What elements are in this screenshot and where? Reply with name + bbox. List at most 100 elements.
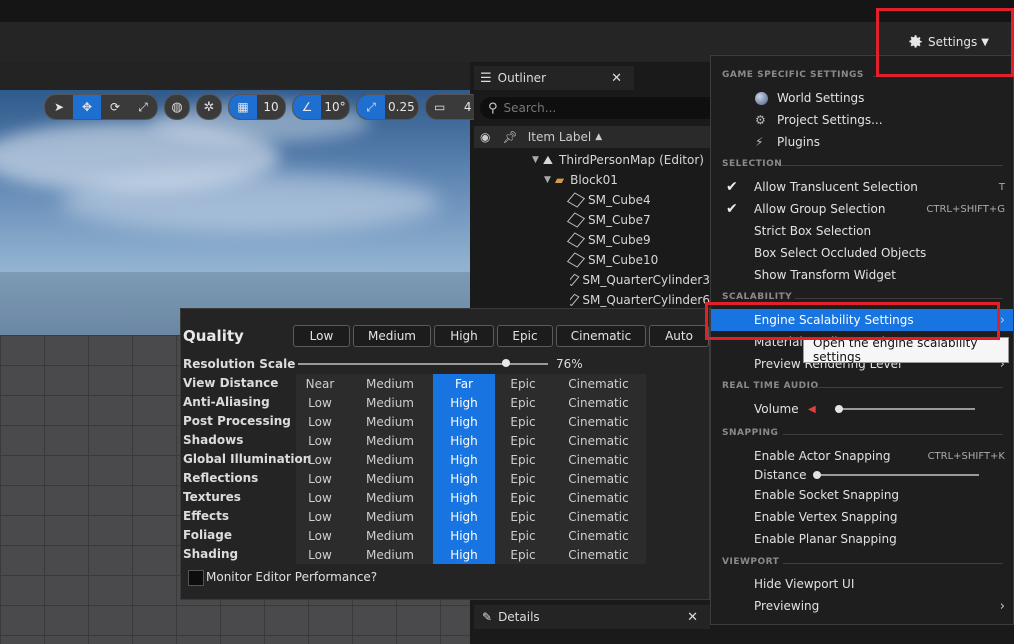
grid-icon[interactable]: ▦ (229, 95, 257, 119)
close-icon[interactable]: ✕ (611, 71, 622, 86)
enable-planar-snapping-item[interactable]: Enable Planar Snapping (711, 528, 1013, 550)
list-item[interactable]: ▼ ▰ Block01 (544, 170, 618, 190)
rotate-icon[interactable]: ⟳ (101, 95, 129, 119)
list-item[interactable]: SM_QuarterCylinder3 (570, 270, 710, 290)
show-transform-widget-item[interactable]: Show Transform Widget (711, 264, 1013, 286)
box-select-occluded-item[interactable]: Box Select Occluded Objects (711, 242, 1013, 264)
quality-level-option[interactable]: Cinematic (551, 374, 646, 393)
grid-snap-value[interactable]: 10 (257, 95, 285, 119)
quality-level-option[interactable]: High (433, 431, 495, 450)
distance-slider[interactable] (815, 474, 979, 476)
volume-slider[interactable] (835, 408, 975, 410)
quality-level-option[interactable]: Low (296, 507, 344, 526)
preset-medium-button[interactable]: Medium (353, 325, 431, 347)
translate-icon[interactable]: ✥ (73, 95, 101, 119)
surface-snap-icon[interactable]: ✲ (196, 94, 222, 120)
quality-level-option[interactable]: Epic (497, 412, 549, 431)
speaker-muted-icon[interactable]: ◀ (808, 404, 816, 415)
list-item[interactable]: SM_Cube7 (566, 210, 651, 230)
quality-level-option[interactable]: Near (296, 374, 344, 393)
quality-level-option[interactable]: High (433, 393, 495, 412)
list-item[interactable]: SM_QuarterCylinder6 (570, 290, 710, 310)
quality-level-option[interactable]: Medium (351, 545, 429, 564)
scale-snap-toggle[interactable]: ⤢ 0.25 (356, 94, 419, 120)
list-item[interactable]: SM_Cube4 (566, 190, 651, 210)
list-item[interactable]: ▼ ⛰ ThirdPersonMap (Editor) (532, 150, 704, 170)
quality-level-option[interactable]: Far (433, 374, 495, 393)
quality-level-option[interactable]: Epic (497, 469, 549, 488)
quality-level-option[interactable]: Cinematic (551, 412, 646, 431)
scale-icon[interactable]: ⤢ (129, 95, 157, 119)
quality-level-option[interactable]: Medium (351, 393, 429, 412)
quality-level-option[interactable]: Cinematic (551, 507, 646, 526)
angle-snap-toggle[interactable]: ∠ 10° (292, 94, 350, 120)
quality-level-option[interactable]: Cinematic (551, 526, 646, 545)
quality-level-option[interactable]: Medium (351, 488, 429, 507)
quality-level-option[interactable]: Low (296, 431, 344, 450)
enable-socket-snapping-item[interactable]: Enable Socket Snapping (711, 484, 1013, 506)
outliner-tab[interactable]: ☰ Outliner ✕ (474, 66, 634, 90)
plugins-item[interactable]: ⚡ Plugins (711, 131, 1013, 153)
enable-vertex-snapping-item[interactable]: Enable Vertex Snapping (711, 506, 1013, 528)
quality-level-option[interactable]: Low (296, 488, 344, 507)
quality-level-option[interactable]: Cinematic (551, 431, 646, 450)
resolution-scale-slider[interactable] (298, 363, 548, 365)
quality-level-option[interactable]: Medium (351, 526, 429, 545)
quality-level-option[interactable]: Low (296, 545, 344, 564)
close-icon[interactable]: ✕ (687, 610, 698, 625)
quality-level-option[interactable]: Cinematic (551, 469, 646, 488)
list-item[interactable]: SM_Cube10 (566, 250, 658, 270)
scale-snap-icon[interactable]: ⤢ (357, 95, 385, 119)
quality-level-option[interactable]: High (433, 545, 495, 564)
quality-level-option[interactable]: Medium (351, 374, 429, 393)
hide-viewport-ui-item[interactable]: Hide Viewport UI (711, 573, 1013, 595)
quality-level-option[interactable]: High (433, 507, 495, 526)
quality-level-option[interactable]: High (433, 488, 495, 507)
quality-level-option[interactable]: Epic (497, 545, 549, 564)
quality-level-option[interactable]: Epic (497, 450, 549, 469)
quality-level-option[interactable]: Medium (351, 507, 429, 526)
item-label-column[interactable]: Item Label (528, 130, 592, 144)
quality-level-option[interactable]: Low (296, 412, 344, 431)
quality-level-option[interactable]: Epic (497, 526, 549, 545)
quality-level-option[interactable]: Epic (497, 374, 549, 393)
grid-snap-toggle[interactable]: ▦ 10 (228, 94, 286, 120)
quality-level-option[interactable]: High (433, 450, 495, 469)
pin-icon[interactable]: 📌︎ (502, 130, 517, 144)
quality-level-option[interactable]: Low (296, 469, 344, 488)
world-settings-item[interactable]: World Settings (711, 87, 1013, 109)
angle-icon[interactable]: ∠ (293, 95, 321, 119)
quality-level-option[interactable]: Epic (497, 507, 549, 526)
resolution-scale-handle[interactable] (502, 359, 511, 367)
preset-epic-button[interactable]: Epic (497, 325, 553, 347)
distance-handle[interactable] (813, 471, 821, 479)
quality-level-option[interactable]: Cinematic (551, 545, 646, 564)
quality-level-option[interactable]: Low (296, 450, 344, 469)
quality-level-option[interactable]: High (433, 412, 495, 431)
preset-cinematic-button[interactable]: Cinematic (556, 325, 646, 347)
quality-level-option[interactable]: Medium (351, 431, 429, 450)
quality-level-option[interactable]: High (433, 469, 495, 488)
quality-level-option[interactable]: Medium (351, 412, 429, 431)
angle-snap-value[interactable]: 10° (321, 95, 349, 119)
outliner-search-input[interactable]: ⚲ Search... (480, 97, 720, 119)
eye-icon[interactable]: ◉ (480, 130, 490, 144)
world-local-icon[interactable]: ◍ (164, 94, 190, 120)
quality-level-option[interactable]: High (433, 526, 495, 545)
allow-group-selection-item[interactable]: ✔ Allow Group Selection CTRL+SHIFT+G (711, 198, 1013, 220)
quality-level-option[interactable]: Epic (497, 431, 549, 450)
allow-translucent-selection-item[interactable]: ✔ Allow Translucent Selection T (711, 176, 1013, 198)
volume-handle[interactable] (835, 405, 843, 413)
scale-snap-value[interactable]: 0.25 (385, 95, 418, 119)
preset-auto-button[interactable]: Auto (649, 325, 709, 347)
quality-level-option[interactable]: Low (296, 526, 344, 545)
project-settings-item[interactable]: ⚙ Project Settings... (711, 109, 1013, 131)
sort-asc-icon[interactable]: ▲ (595, 132, 602, 142)
preset-low-button[interactable]: Low (293, 325, 350, 347)
expand-icon[interactable]: ▼ (532, 155, 539, 165)
quality-level-option[interactable]: Cinematic (551, 393, 646, 412)
expand-icon[interactable]: ▼ (544, 175, 551, 185)
list-item[interactable]: SM_Cube9 (566, 230, 651, 250)
quality-level-option[interactable]: Cinematic (551, 450, 646, 469)
preset-high-button[interactable]: High (434, 325, 494, 347)
